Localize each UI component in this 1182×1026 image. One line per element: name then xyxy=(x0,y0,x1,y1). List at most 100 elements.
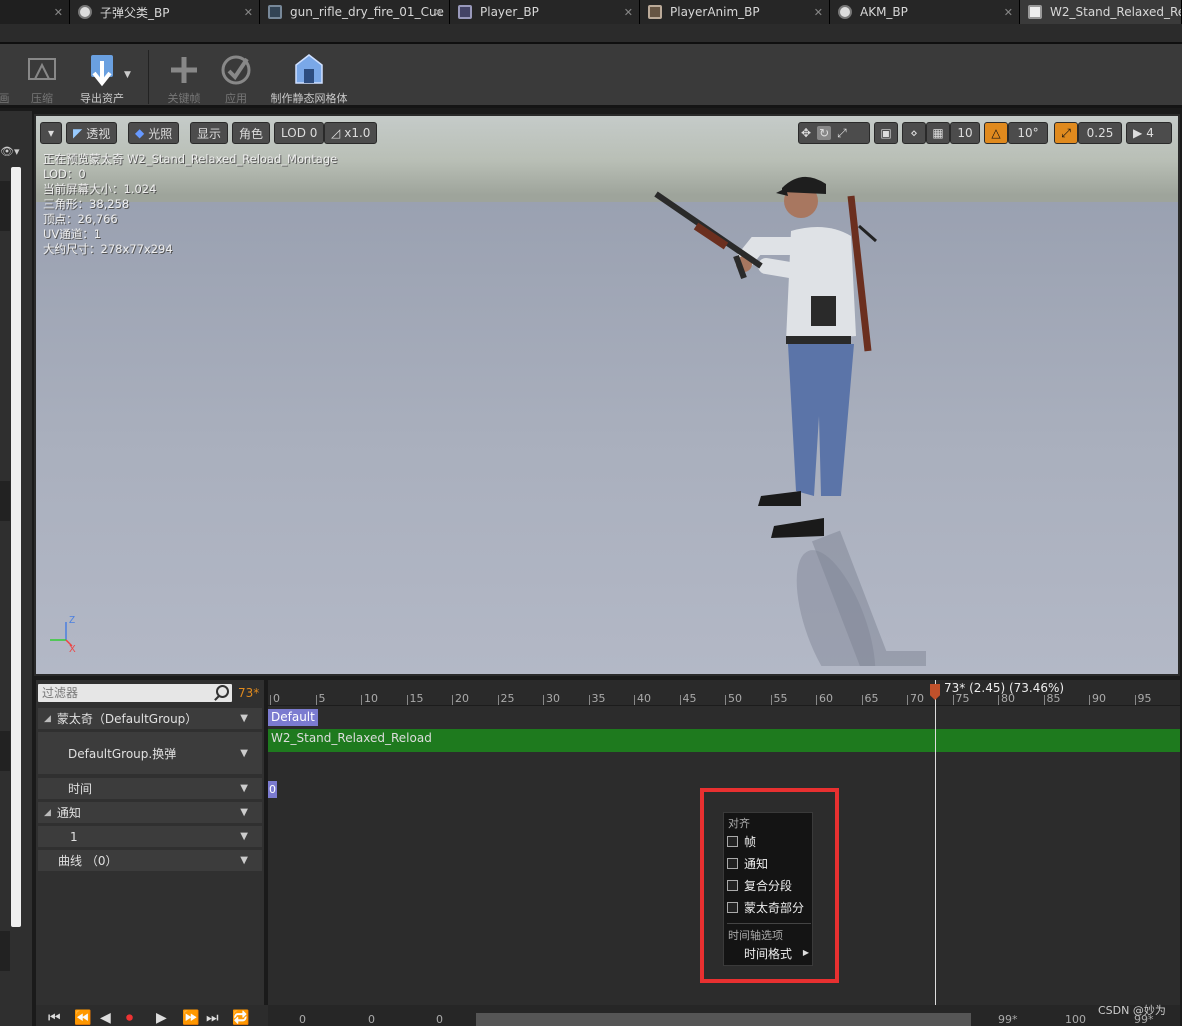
tab-bullet-parent-bp[interactable]: 子弹父类_BP ✕ xyxy=(70,0,260,24)
camera-icon: ▶ xyxy=(1133,126,1143,140)
play-icon[interactable]: ▶ xyxy=(156,1010,167,1026)
working-end-field[interactable]: 100 xyxy=(1065,1013,1086,1026)
scale-snap-value[interactable]: 0.25 xyxy=(1078,122,1122,144)
filter-input[interactable]: 过滤器 xyxy=(38,684,232,702)
scale-snap-toggle[interactable]: ⤢ xyxy=(1054,122,1078,144)
close-icon[interactable]: ✕ xyxy=(244,6,253,19)
scale-icon[interactable]: ⤢ xyxy=(837,126,847,141)
time-row[interactable]: 时间 ▼ xyxy=(38,778,262,799)
montage-group-row[interactable]: ◢ 蒙太奇（DefaultGroup） ▼ xyxy=(38,708,262,729)
tab-sound-cue[interactable]: gun_rifle_dry_fire_01_Cue ✕ xyxy=(260,0,450,24)
step-back-icon[interactable]: ⏪ xyxy=(74,1010,91,1026)
playback-speed-button[interactable]: ◿ x1.0 xyxy=(324,122,378,144)
ruler-tick xyxy=(406,695,408,705)
play-end-field[interactable]: 99* xyxy=(998,1013,1018,1026)
surface-snap-button[interactable]: ⋄ xyxy=(902,122,926,144)
toolbar-partial-button[interactable]: 画 xyxy=(0,46,14,106)
toolbar-label: 压缩 xyxy=(31,92,53,105)
chevron-down-icon[interactable]: ▼ xyxy=(240,807,248,818)
perspective-button[interactable]: ◤ 透视 xyxy=(66,122,118,144)
close-icon[interactable]: ✕ xyxy=(54,6,63,19)
stat-line: 当前屏幕大小：1.024 xyxy=(43,182,157,196)
time-marker[interactable]: 0 xyxy=(268,781,277,798)
tab-montage-active[interactable]: W2_Stand_Relaxed_Reload xyxy=(1020,0,1182,24)
ruler-tick-label: 50 xyxy=(728,692,742,705)
chevron-down-icon[interactable]: ▼ xyxy=(240,831,248,842)
loop-icon[interactable]: 🔁 xyxy=(232,1010,249,1026)
grid-snap-toggle[interactable]: ▦ xyxy=(926,122,950,144)
close-icon[interactable]: ✕ xyxy=(814,6,823,19)
rotation-snap-value[interactable]: 10° xyxy=(1008,122,1048,144)
chevron-down-icon: ▾ xyxy=(47,126,55,140)
chevron-down-icon[interactable]: ▼ xyxy=(240,855,248,866)
apply-button[interactable]: 应用 xyxy=(216,46,256,106)
eye-icon[interactable]: 👁▾ xyxy=(0,145,20,158)
panel-scrollbar[interactable] xyxy=(11,167,21,927)
slot-row[interactable]: DefaultGroup.换弹 ▼ xyxy=(38,732,262,774)
skip-to-start-icon[interactable]: ⏮ xyxy=(48,1010,61,1026)
preview-viewport[interactable]: ▾ ◤ 透视 ◆ 光照 显示 角色 LOD 0 ◿ x1.0 ✥ ↻ ⤢ ▣ ⋄ ▦ … xyxy=(36,116,1178,674)
skip-to-end-icon[interactable]: ⏭ xyxy=(206,1010,219,1026)
ruler-tick xyxy=(543,695,544,705)
rotate-icon[interactable]: ↻ xyxy=(817,126,832,140)
rotation-snap-toggle[interactable]: △ xyxy=(984,122,1008,144)
compress-button[interactable]: 压缩 xyxy=(22,46,62,106)
ruler-tick-label: 5 xyxy=(318,692,326,705)
ruler-tick-label: 90 xyxy=(1092,692,1106,705)
stat-line: 三角形：38,258 xyxy=(43,197,130,211)
grid-icon: ▦ xyxy=(932,126,944,140)
character-preview xyxy=(654,176,926,666)
ruler-tick xyxy=(725,695,726,705)
ruler-tick xyxy=(770,695,772,705)
montage-segment[interactable]: W2_Stand_Relaxed_Reload xyxy=(268,729,1180,752)
tab-akm-bp[interactable]: AKM_BP ✕ xyxy=(830,0,1020,24)
working-start-field[interactable]: 0 xyxy=(368,1013,375,1026)
character-button[interactable]: 角色 xyxy=(232,122,271,144)
play-reverse-icon[interactable]: ◀ xyxy=(100,1010,111,1026)
make-static-mesh-button[interactable]: 制作静态网格体 xyxy=(264,46,354,106)
section-default[interactable]: Default xyxy=(268,709,318,726)
tab-player-bp[interactable]: Player_BP ✕ xyxy=(450,0,640,24)
close-icon[interactable]: ✕ xyxy=(1004,6,1013,19)
notify-track-row[interactable]: 1 ▼ xyxy=(38,826,262,847)
chevron-down-icon[interactable]: ▼ xyxy=(240,713,248,724)
lod-button[interactable]: LOD 0 xyxy=(274,122,325,144)
playback-controls: ⏮ ⏪ ◀ ⏺ ▶ ⏩ ⏭ 🔁 xyxy=(36,1005,268,1026)
button-label: 透视 xyxy=(86,126,111,141)
close-icon[interactable]: ✕ xyxy=(434,6,443,19)
collapse-triangle-icon[interactable]: ◢ xyxy=(44,808,51,818)
ruler-tick xyxy=(1089,695,1090,705)
row-label: 1 xyxy=(70,829,78,844)
camera-speed-button[interactable]: ▶ 4 xyxy=(1126,122,1172,144)
collapse-triangle-icon[interactable]: ◢ xyxy=(44,714,51,724)
tab-partial[interactable]: ✕ xyxy=(0,0,70,24)
grid-snap-value[interactable]: 10 xyxy=(950,122,980,144)
range-scrollbar[interactable] xyxy=(476,1013,971,1026)
curves-row[interactable]: 曲线 （0） ▼ xyxy=(38,850,262,871)
tab-player-anim-bp[interactable]: PlayerAnim_BP ✕ xyxy=(640,0,830,24)
viewport-options-button[interactable]: ▾ xyxy=(40,122,62,144)
chevron-down-icon[interactable]: ▼ xyxy=(240,748,248,759)
editor-tab-bar: ✕ 子弹父类_BP ✕ gun_rifle_dry_fire_01_Cue ✕ … xyxy=(0,0,1182,24)
coordinate-space-button[interactable]: ▣ xyxy=(874,122,898,144)
playhead-line xyxy=(935,680,936,1006)
step-forward-icon[interactable]: ⏩ xyxy=(182,1010,199,1026)
record-icon[interactable]: ⏺ xyxy=(126,1010,133,1026)
notify-row[interactable]: ◢ 通知 ▼ xyxy=(38,802,262,823)
keyframe-button[interactable]: 关键帧 xyxy=(162,46,206,106)
ruler-tick xyxy=(452,695,453,705)
show-button[interactable]: 显示 xyxy=(190,122,229,144)
highlight-box xyxy=(700,788,839,983)
chevron-down-icon[interactable]: ▼ xyxy=(124,70,131,80)
close-icon[interactable]: ✕ xyxy=(624,6,633,19)
view-start-field[interactable]: 0 xyxy=(299,1013,306,1026)
row-label: 蒙太奇（DefaultGroup） xyxy=(56,712,198,726)
axis-x-label: X xyxy=(69,644,76,654)
stat-line: LOD：0 xyxy=(43,167,86,181)
chevron-down-icon[interactable]: ▼ xyxy=(240,783,248,794)
move-icon[interactable]: ✥ xyxy=(801,126,811,140)
button-label: x1.0 xyxy=(344,126,371,140)
play-start-field[interactable]: 0 xyxy=(436,1013,443,1026)
cube-icon: ◆ xyxy=(135,126,145,140)
lighting-button[interactable]: ◆ 光照 xyxy=(128,122,180,144)
